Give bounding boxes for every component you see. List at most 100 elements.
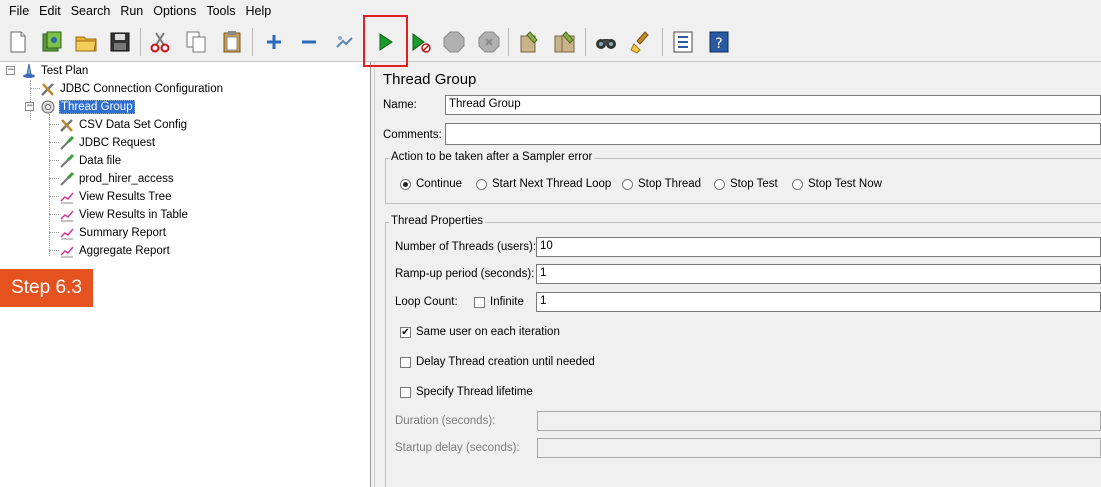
expand-all-button[interactable] bbox=[259, 26, 289, 58]
radio-stop-thread[interactable]: Stop Thread bbox=[622, 178, 701, 190]
stop-button[interactable] bbox=[439, 26, 469, 58]
toolbar-separator bbox=[252, 28, 253, 56]
new-button[interactable] bbox=[3, 26, 33, 58]
checkbox-box: ✔ bbox=[400, 326, 411, 338]
radio-indicator bbox=[400, 178, 411, 190]
clear-icon bbox=[520, 31, 538, 53]
checkbox-box bbox=[474, 296, 485, 308]
start-no-pauses-button[interactable] bbox=[405, 26, 435, 58]
templates-icon bbox=[42, 31, 62, 52]
tree-node-data-file[interactable]: Data file bbox=[58, 152, 122, 170]
collapse-all-button[interactable] bbox=[294, 26, 324, 58]
copy-icon bbox=[186, 31, 206, 53]
toggle-button[interactable] bbox=[329, 26, 359, 58]
panel-title: Thread Group bbox=[383, 71, 477, 88]
start-no-pause-icon bbox=[412, 33, 431, 53]
sampler-icon bbox=[58, 170, 76, 188]
copy-button[interactable] bbox=[181, 26, 211, 58]
thread-group-icon bbox=[39, 98, 57, 116]
startup-delay-input bbox=[537, 438, 1101, 458]
radio-stop-test-now[interactable]: Stop Test Now bbox=[792, 178, 882, 190]
open-button[interactable] bbox=[71, 26, 101, 58]
same-user-checkbox[interactable]: ✔ Same user on each iteration bbox=[400, 326, 560, 338]
sampler-icon bbox=[58, 152, 76, 170]
radio-continue[interactable]: Continue bbox=[400, 178, 462, 190]
menu-edit[interactable]: Edit bbox=[34, 4, 66, 18]
step-badge: Step 6.3 bbox=[0, 269, 93, 307]
reset-search-button[interactable] bbox=[627, 26, 657, 58]
tree-node-view-results-in-table[interactable]: View Results in Table bbox=[58, 206, 189, 224]
clear-button[interactable] bbox=[514, 26, 544, 58]
tree-node-test-plan[interactable]: Test Plan bbox=[20, 62, 89, 80]
duration-label: Duration (seconds): bbox=[395, 415, 496, 427]
open-icon bbox=[75, 36, 97, 52]
name-input[interactable]: Thread Group bbox=[445, 95, 1101, 115]
search-button[interactable] bbox=[591, 26, 621, 58]
thread-group-panel: Thread Group Name: Thread Group Comments… bbox=[376, 62, 1101, 487]
new-icon bbox=[10, 31, 26, 53]
help-button[interactable]: ? bbox=[704, 26, 734, 58]
rampup-input[interactable]: 1 bbox=[536, 264, 1101, 284]
toolbar-separator bbox=[508, 28, 509, 56]
tree-line bbox=[30, 80, 31, 120]
threads-input[interactable]: 10 bbox=[536, 237, 1101, 257]
comments-label: Comments: bbox=[383, 129, 442, 141]
checkbox-box bbox=[400, 356, 411, 368]
start-button-highlight bbox=[363, 15, 408, 67]
cut-icon bbox=[150, 32, 170, 53]
test-plan-collapse-toggle[interactable]: − bbox=[6, 66, 15, 75]
loop-count-input[interactable]: 1 bbox=[536, 292, 1101, 312]
save-icon bbox=[110, 32, 130, 52]
tree-node-jdbc-connection-configuration[interactable]: JDBC Connection Configuration bbox=[39, 80, 224, 98]
thread-lifetime-checkbox[interactable]: Specify Thread lifetime bbox=[400, 386, 533, 398]
rampup-label: Ramp-up period (seconds): bbox=[395, 268, 535, 280]
paste-icon bbox=[223, 31, 241, 53]
listener-icon bbox=[58, 206, 76, 224]
function-helper-icon bbox=[673, 31, 693, 53]
listener-icon bbox=[58, 188, 76, 206]
toolbar-separator bbox=[585, 28, 586, 56]
radio-start-next-thread-loop[interactable]: Start Next Thread Loop bbox=[476, 178, 611, 190]
test-plan-icon bbox=[20, 62, 38, 80]
save-button[interactable] bbox=[105, 26, 135, 58]
clear-all-icon bbox=[554, 31, 575, 53]
templates-button[interactable] bbox=[37, 26, 67, 58]
delay-thread-checkbox[interactable]: Delay Thread creation until needed bbox=[400, 356, 595, 368]
tree-node-prod-hirer-access[interactable]: prod_hirer_access bbox=[58, 170, 175, 188]
function-helper-button[interactable] bbox=[668, 26, 698, 58]
radio-stop-test[interactable]: Stop Test bbox=[714, 178, 778, 190]
startup-delay-label: Startup delay (seconds): bbox=[395, 442, 520, 454]
tree-line bbox=[49, 114, 50, 256]
tree-node-jdbc-request[interactable]: JDBC Request bbox=[58, 134, 156, 152]
toolbar-separator bbox=[140, 28, 141, 56]
listener-icon bbox=[58, 224, 76, 242]
menu-bar: File Edit Search Run Options Tools Help bbox=[0, 0, 1101, 22]
tree-node-aggregate-report[interactable]: Aggregate Report bbox=[58, 242, 171, 260]
menu-help[interactable]: Help bbox=[241, 4, 277, 18]
loop-count-label: Loop Count: bbox=[395, 296, 458, 308]
cut-button[interactable] bbox=[145, 26, 175, 58]
toolbar: ? bbox=[0, 22, 1101, 62]
paste-button[interactable] bbox=[217, 26, 247, 58]
shutdown-button[interactable] bbox=[474, 26, 504, 58]
menu-options[interactable]: Options bbox=[148, 4, 201, 18]
menu-search[interactable]: Search bbox=[66, 4, 116, 18]
clear-all-button[interactable] bbox=[550, 26, 580, 58]
expand-icon bbox=[267, 35, 281, 49]
thread-group-collapse-toggle[interactable]: − bbox=[25, 102, 34, 111]
menu-tools[interactable]: Tools bbox=[201, 4, 240, 18]
infinite-checkbox[interactable]: Infinite bbox=[474, 296, 524, 308]
threads-label: Number of Threads (users): bbox=[395, 241, 537, 253]
comments-input[interactable] bbox=[445, 123, 1101, 145]
sampler-error-legend: Action to be taken after a Sampler error bbox=[389, 151, 595, 163]
collapse-icon bbox=[302, 40, 316, 44]
panel-splitter[interactable] bbox=[371, 62, 375, 487]
radio-indicator bbox=[714, 178, 725, 190]
menu-file[interactable]: File bbox=[4, 4, 34, 18]
tree-node-summary-report[interactable]: Summary Report bbox=[58, 224, 167, 242]
menu-run[interactable]: Run bbox=[115, 4, 148, 18]
tree-node-csv-data-set-config[interactable]: CSV Data Set Config bbox=[58, 116, 188, 134]
help-icon: ? bbox=[709, 31, 729, 53]
tree-node-thread-group[interactable]: Thread Group bbox=[39, 98, 135, 116]
tree-node-view-results-tree[interactable]: View Results Tree bbox=[58, 188, 172, 206]
